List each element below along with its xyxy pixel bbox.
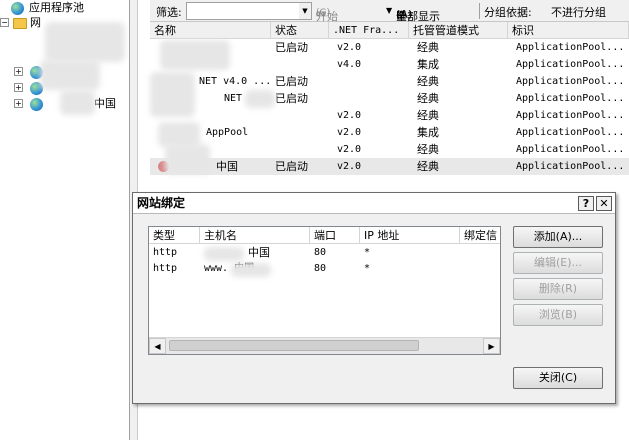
- expand-icon[interactable]: +: [14, 99, 23, 108]
- dialog-title: 网站绑定: [137, 196, 186, 210]
- app-pool-list: 名称 状态 .NET Fra... 托管管道模式 标识 已启动 v2.0 经典 …: [150, 22, 629, 182]
- redaction-blur: [45, 22, 125, 62]
- table-row[interactable]: NET 已启动 经典 ApplicationPool...: [150, 90, 629, 107]
- tree-node-label: 中国: [94, 97, 116, 110]
- edit-button[interactable]: 编辑(E)...: [513, 252, 603, 274]
- redaction-blur: [40, 60, 100, 90]
- binding-row[interactable]: http 中国 80 *: [149, 245, 500, 261]
- tree-node-label: 应用程序池: [29, 1, 84, 14]
- content-area: [138, 404, 629, 440]
- column-header-identity[interactable]: 标识: [508, 22, 629, 39]
- redaction-blur: [160, 40, 230, 70]
- redaction-blur: [231, 263, 271, 277]
- bindings-list: 类型 主机名 端口 IP 地址 绑定信 http 中国 80 * http ww…: [148, 226, 501, 355]
- redaction-blur: [245, 90, 275, 108]
- expand-icon[interactable]: +: [14, 83, 23, 92]
- column-header-host[interactable]: 主机名: [200, 227, 310, 244]
- column-header-net[interactable]: .NET Fra...: [329, 22, 409, 39]
- column-header-name[interactable]: 名称: [150, 22, 271, 39]
- browse-button[interactable]: 浏览(B): [513, 304, 603, 326]
- column-header-port[interactable]: 端口: [310, 227, 360, 244]
- scroll-thumb[interactable]: [169, 340, 419, 351]
- filter-input[interactable]: ▼: [186, 2, 312, 20]
- start-dropdown-icon[interactable]: ▼: [386, 6, 392, 15]
- table-row[interactable]: v2.0 经典 ApplicationPool...: [150, 141, 629, 158]
- redaction-blur: [204, 247, 244, 261]
- table-row[interactable]: NET v4.0 ... 已启动 经典 ApplicationPool...: [150, 73, 629, 90]
- column-header-status[interactable]: 状态: [271, 22, 329, 39]
- filter-label: 筛选:: [156, 6, 182, 19]
- collapse-icon[interactable]: −: [0, 18, 9, 27]
- binding-row[interactable]: http www. 中国 80 *: [149, 261, 500, 277]
- toolbar-separator: [479, 3, 480, 19]
- expand-icon[interactable]: +: [14, 67, 23, 76]
- folder-icon: [13, 18, 27, 29]
- site-globe-icon: [30, 98, 43, 111]
- column-header-binding-info[interactable]: 绑定信: [460, 227, 500, 244]
- tree-node-label: 网: [30, 16, 41, 29]
- close-icon[interactable]: ✕: [596, 196, 612, 211]
- table-row[interactable]: AppPool v2.0 集成 ApplicationPool...: [150, 124, 629, 141]
- scroll-right-icon[interactable]: ▶: [483, 338, 500, 354]
- table-row[interactable]: v2.0 经典 ApplicationPool...: [150, 107, 629, 124]
- redaction-blur: [60, 90, 95, 115]
- redaction-blur: [165, 144, 210, 174]
- column-header-type[interactable]: 类型: [149, 227, 200, 244]
- filter-toolbar: 筛选: ▼ ⚯ 开始 (G) ▼ ▦ 全部显示 (A) 分组依据: 不进行分组: [150, 0, 629, 23]
- help-icon[interactable]: ?: [578, 196, 594, 211]
- connections-tree: 应用程序池 − 网 + + + 中国: [0, 0, 130, 440]
- remove-button[interactable]: 删除(R): [513, 278, 603, 300]
- redaction-blur: [150, 72, 195, 117]
- app-pool-icon: [11, 2, 24, 15]
- horizontal-scrollbar[interactable]: ◀ ▶: [149, 337, 500, 354]
- site-bindings-dialog: 网站绑定 ? ✕ 类型 主机名 端口 IP 地址 绑定信 http 中国 80 …: [132, 192, 616, 404]
- group-by-select[interactable]: 不进行分组: [551, 4, 606, 20]
- column-header-ip[interactable]: IP 地址: [360, 227, 460, 244]
- dialog-title-bar[interactable]: 网站绑定 ? ✕: [133, 193, 615, 214]
- scroll-left-icon[interactable]: ◀: [149, 338, 166, 354]
- add-button[interactable]: 添加(A)...: [513, 226, 603, 248]
- close-button[interactable]: 关闭(C): [513, 367, 603, 389]
- chevron-down-icon[interactable]: ▼: [299, 3, 311, 19]
- table-row-selected[interactable]: 中国 已启动 v2.0 经典 ApplicationPool...: [150, 158, 629, 175]
- column-header-pipeline[interactable]: 托管管道模式: [409, 22, 508, 39]
- group-by-label: 分组依据:: [484, 6, 532, 19]
